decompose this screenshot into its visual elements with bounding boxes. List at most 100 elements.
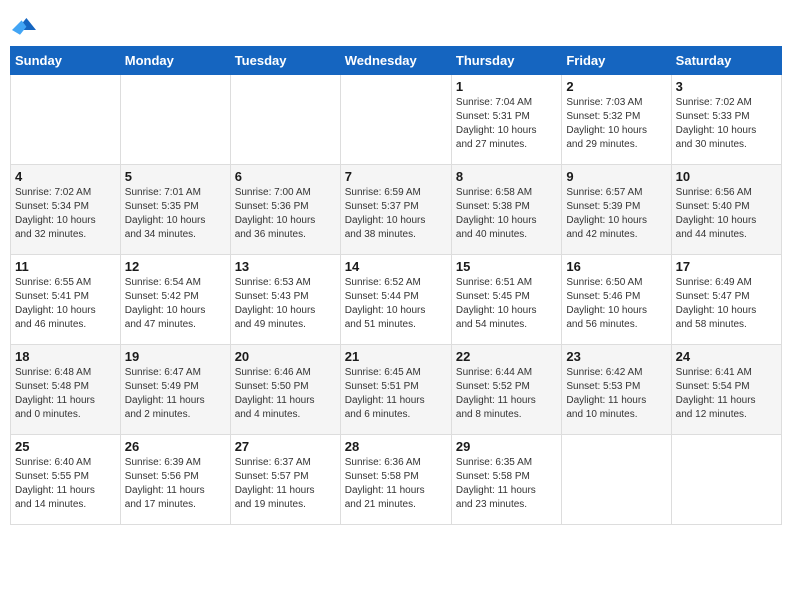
calendar-cell: 16 Sunrise: 6:50 AM Sunset: 5:46 PM Dayli… <box>562 255 671 345</box>
day-info: Sunrise: 7:02 AM Sunset: 5:34 PM Dayligh… <box>15 186 116 242</box>
calendar-cell: 23Sunrise: 6:42 AM Sunset: 5:53 PM Dayli… <box>562 345 671 435</box>
logo-icon <box>12 14 36 38</box>
calendar-cell: 24 Sunrise: 6:41 AM Sunset: 5:54 PM Dayli… <box>671 345 781 435</box>
calendar-header-row: SundayMondayTuesdayWednesdayThursdayFrid… <box>11 47 782 75</box>
day-number: 24 <box>676 349 777 364</box>
calendar-cell <box>562 435 671 525</box>
day-info: Sunrise: 6:37 AM Sunset: 5:57 PM Dayligh… <box>235 456 336 512</box>
weekday-header-sunday: Sunday <box>11 47 121 75</box>
day-info: Sunrise: 6:40 AM Sunset: 5:55 PM Dayligh… <box>15 456 116 512</box>
day-number: 29 <box>456 439 557 454</box>
calendar-cell: 7 Sunrise: 6:59 AM Sunset: 5:37 PM Daylig… <box>340 165 451 255</box>
calendar-cell: 19 Sunrise: 6:47 AM Sunset: 5:49 PM Dayli… <box>120 345 230 435</box>
day-info: Sunrise: 6:48 AM Sunset: 5:48 PM Dayligh… <box>15 366 116 422</box>
calendar-cell <box>340 75 451 165</box>
calendar-cell: 20Sunrise: 6:46 AM Sunset: 5:50 PM Dayli… <box>230 345 340 435</box>
day-info: Sunrise: 6:56 AM Sunset: 5:40 PM Dayligh… <box>676 186 777 242</box>
calendar-cell: 5 Sunrise: 7:01 AM Sunset: 5:35 PM Daylig… <box>120 165 230 255</box>
calendar-cell: 22 Sunrise: 6:44 AM Sunset: 5:52 PM Dayli… <box>451 345 561 435</box>
day-number: 15 <box>456 259 557 274</box>
weekday-header-saturday: Saturday <box>671 47 781 75</box>
day-number: 18 <box>15 349 116 364</box>
calendar-week-3: 11 Sunrise: 6:55 AM Sunset: 5:41 PM Dayli… <box>11 255 782 345</box>
calendar-cell: 14Sunrise: 6:52 AM Sunset: 5:44 PM Dayli… <box>340 255 451 345</box>
day-number: 13 <box>235 259 336 274</box>
calendar-cell: 12 Sunrise: 6:54 AM Sunset: 5:42 PM Dayli… <box>120 255 230 345</box>
day-info: Sunrise: 6:53 AM Sunset: 5:43 PM Dayligh… <box>235 276 336 332</box>
day-number: 2 <box>566 79 666 94</box>
calendar-cell: 25 Sunrise: 6:40 AM Sunset: 5:55 PM Dayli… <box>11 435 121 525</box>
day-number: 12 <box>125 259 226 274</box>
day-number: 26 <box>125 439 226 454</box>
calendar-cell: 4Sunrise: 7:02 AM Sunset: 5:34 PM Daylig… <box>11 165 121 255</box>
day-number: 25 <box>15 439 116 454</box>
day-info: Sunrise: 6:44 AM Sunset: 5:52 PM Dayligh… <box>456 366 557 422</box>
day-number: 21 <box>345 349 447 364</box>
weekday-header-thursday: Thursday <box>451 47 561 75</box>
weekday-header-tuesday: Tuesday <box>230 47 340 75</box>
day-number: 6 <box>235 169 336 184</box>
day-info: Sunrise: 6:41 AM Sunset: 5:54 PM Dayligh… <box>676 366 777 422</box>
calendar-cell: 21 Sunrise: 6:45 AM Sunset: 5:51 PM Dayli… <box>340 345 451 435</box>
day-info: Sunrise: 6:45 AM Sunset: 5:51 PM Dayligh… <box>345 366 447 422</box>
calendar-cell: 18 Sunrise: 6:48 AM Sunset: 5:48 PM Dayli… <box>11 345 121 435</box>
calendar-cell: 3 Sunrise: 7:02 AM Sunset: 5:33 PM Daylig… <box>671 75 781 165</box>
day-number: 19 <box>125 349 226 364</box>
calendar-cell <box>11 75 121 165</box>
calendar-cell: 26 Sunrise: 6:39 AM Sunset: 5:56 PM Dayli… <box>120 435 230 525</box>
day-number: 27 <box>235 439 336 454</box>
calendar-week-4: 18 Sunrise: 6:48 AM Sunset: 5:48 PM Dayli… <box>11 345 782 435</box>
day-number: 22 <box>456 349 557 364</box>
day-info: Sunrise: 6:36 AM Sunset: 5:58 PM Dayligh… <box>345 456 447 512</box>
day-number: 20 <box>235 349 336 364</box>
day-number: 5 <box>125 169 226 184</box>
calendar-cell: 10Sunrise: 6:56 AM Sunset: 5:40 PM Dayli… <box>671 165 781 255</box>
calendar-cell: 6 Sunrise: 7:00 AM Sunset: 5:36 PM Daylig… <box>230 165 340 255</box>
day-info: Sunrise: 6:35 AM Sunset: 5:58 PM Dayligh… <box>456 456 557 512</box>
calendar-cell: 27 Sunrise: 6:37 AM Sunset: 5:57 PM Dayli… <box>230 435 340 525</box>
calendar-cell <box>671 435 781 525</box>
calendar-cell: 8 Sunrise: 6:58 AM Sunset: 5:38 PM Daylig… <box>451 165 561 255</box>
day-info: Sunrise: 6:59 AM Sunset: 5:37 PM Dayligh… <box>345 186 447 242</box>
calendar-week-2: 4Sunrise: 7:02 AM Sunset: 5:34 PM Daylig… <box>11 165 782 255</box>
day-info: Sunrise: 6:57 AM Sunset: 5:39 PM Dayligh… <box>566 186 666 242</box>
day-info: Sunrise: 7:00 AM Sunset: 5:36 PM Dayligh… <box>235 186 336 242</box>
calendar-cell: 15Sunrise: 6:51 AM Sunset: 5:45 PM Dayli… <box>451 255 561 345</box>
day-info: Sunrise: 6:50 AM Sunset: 5:46 PM Dayligh… <box>566 276 666 332</box>
day-info: Sunrise: 6:55 AM Sunset: 5:41 PM Dayligh… <box>15 276 116 332</box>
day-number: 7 <box>345 169 447 184</box>
calendar-cell: 1Sunrise: 7:04 AM Sunset: 5:31 PM Daylig… <box>451 75 561 165</box>
weekday-header-friday: Friday <box>562 47 671 75</box>
day-info: Sunrise: 7:03 AM Sunset: 5:32 PM Dayligh… <box>566 96 666 152</box>
calendar-cell: 9 Sunrise: 6:57 AM Sunset: 5:39 PM Daylig… <box>562 165 671 255</box>
logo <box>10 14 36 38</box>
calendar-cell: 29 Sunrise: 6:35 AM Sunset: 5:58 PM Dayli… <box>451 435 561 525</box>
calendar-table: SundayMondayTuesdayWednesdayThursdayFrid… <box>10 46 782 525</box>
calendar-cell: 13 Sunrise: 6:53 AM Sunset: 5:43 PM Dayli… <box>230 255 340 345</box>
calendar-cell <box>120 75 230 165</box>
day-number: 14 <box>345 259 447 274</box>
day-number: 3 <box>676 79 777 94</box>
day-number: 1 <box>456 79 557 94</box>
calendar-week-1: 1Sunrise: 7:04 AM Sunset: 5:31 PM Daylig… <box>11 75 782 165</box>
calendar-cell <box>230 75 340 165</box>
day-info: Sunrise: 6:54 AM Sunset: 5:42 PM Dayligh… <box>125 276 226 332</box>
day-number: 9 <box>566 169 666 184</box>
day-number: 11 <box>15 259 116 274</box>
day-info: Sunrise: 6:47 AM Sunset: 5:49 PM Dayligh… <box>125 366 226 422</box>
day-number: 16 <box>566 259 666 274</box>
calendar-week-5: 25 Sunrise: 6:40 AM Sunset: 5:55 PM Dayli… <box>11 435 782 525</box>
day-number: 17 <box>676 259 777 274</box>
calendar-cell: 11 Sunrise: 6:55 AM Sunset: 5:41 PM Dayli… <box>11 255 121 345</box>
day-info: Sunrise: 6:58 AM Sunset: 5:38 PM Dayligh… <box>456 186 557 242</box>
calendar-cell: 2 Sunrise: 7:03 AM Sunset: 5:32 PM Daylig… <box>562 75 671 165</box>
calendar-cell: 28 Sunrise: 6:36 AM Sunset: 5:58 PM Dayli… <box>340 435 451 525</box>
day-info: Sunrise: 6:39 AM Sunset: 5:56 PM Dayligh… <box>125 456 226 512</box>
day-info: Sunrise: 7:01 AM Sunset: 5:35 PM Dayligh… <box>125 186 226 242</box>
day-info: Sunrise: 7:02 AM Sunset: 5:33 PM Dayligh… <box>676 96 777 152</box>
day-info: Sunrise: 6:49 AM Sunset: 5:47 PM Dayligh… <box>676 276 777 332</box>
day-number: 8 <box>456 169 557 184</box>
day-number: 28 <box>345 439 447 454</box>
weekday-header-wednesday: Wednesday <box>340 47 451 75</box>
calendar-cell: 17 Sunrise: 6:49 AM Sunset: 5:47 PM Dayli… <box>671 255 781 345</box>
